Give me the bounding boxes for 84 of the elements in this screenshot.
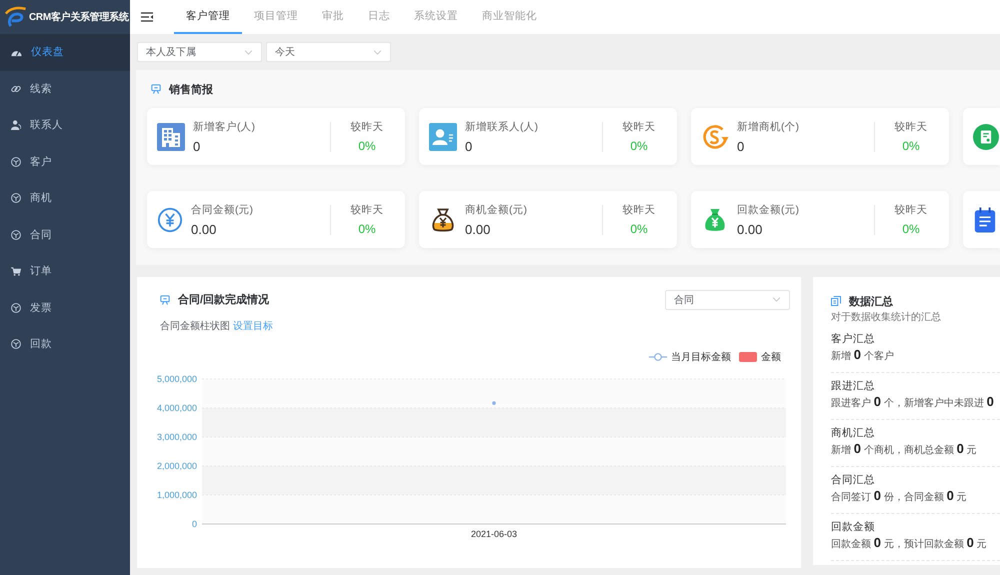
chevron-down-icon	[373, 50, 382, 54]
change-value: 0%	[902, 222, 920, 236]
menu-icon[interactable]	[141, 12, 153, 22]
compare-label: 较昨天	[894, 203, 928, 217]
stat-label: 新增商机(个)	[737, 120, 799, 134]
cube-icon	[11, 193, 21, 204]
y-axis-label: 2,000,000	[156, 461, 197, 471]
sidebar-item[interactable]: 联系人	[0, 107, 130, 144]
cube-icon	[11, 302, 21, 313]
stat-value: 0	[465, 138, 472, 154]
filter-dropdown[interactable]: 今天	[266, 42, 391, 62]
stat-value: 0.00	[191, 222, 216, 236]
sidebar-item[interactable]: 商机	[0, 180, 130, 216]
change-value: 0%	[630, 222, 648, 236]
x-axis-label: 2021-06-03	[470, 529, 518, 539]
section-title: 销售简报	[169, 82, 213, 96]
stat-value: 0	[193, 138, 200, 154]
summary-heading: 跟进汇总	[831, 379, 875, 393]
stat-value: 0.00	[737, 222, 762, 236]
summary-text: 回款金额 0 元，预计回款金额 0 元	[831, 537, 987, 552]
presentation-icon	[160, 294, 170, 304]
summary-text: 新增 0 个商机，商机总金额 0 元	[831, 443, 977, 458]
sidebar-item[interactable]: 回款	[0, 326, 130, 362]
y-axis-label: 3,000,000	[156, 432, 197, 442]
legend-label: 金额	[761, 350, 781, 364]
chart-title: 合同/回款完成情况	[178, 292, 270, 307]
coin-cycle-icon	[701, 122, 729, 150]
sidebar-item[interactable]: 仪表盘	[0, 34, 130, 70]
change-value: 0%	[358, 139, 376, 153]
chevron-down-icon	[244, 50, 253, 54]
stat-label: 新增客户(人)	[193, 120, 255, 134]
sidebar-item[interactable]: 订单	[0, 253, 130, 290]
chart-type-dropdown[interactable]: 合同	[665, 290, 790, 310]
summary-text: 跟进客户 0 个，新增客户中未跟进 0	[831, 396, 994, 411]
stat-label: 回款金额(元)	[737, 202, 799, 216]
summary-heading: 合同汇总	[831, 473, 875, 487]
cube-icon	[11, 156, 21, 167]
yuan-icon	[157, 206, 183, 232]
stat-value: 0	[737, 138, 744, 154]
summary-heading: 回款金额	[831, 520, 875, 534]
chevron-down-icon	[772, 297, 781, 302]
panel-title: 数据汇总	[849, 294, 893, 308]
compare-label: 较昨天	[894, 120, 928, 134]
stat-label: 商机金额(元)	[465, 202, 527, 216]
nav-tab[interactable]: 客户管理	[174, 0, 242, 34]
link-icon	[11, 84, 21, 94]
stat-label: 新增联系人(人)	[465, 120, 538, 134]
compare-label: 较昨天	[622, 120, 656, 134]
logo-icon	[4, 6, 27, 28]
y-axis-label: 0	[192, 519, 197, 529]
sidebar-item[interactable]: 发票	[0, 290, 130, 326]
y-axis-label: 5,000,000	[156, 374, 197, 384]
summary-heading: 客户汇总	[831, 332, 875, 346]
summary-text: 新增 0 个客户	[831, 349, 894, 364]
legend-label: 当月目标金额	[671, 350, 731, 364]
compare-label: 较昨天	[350, 120, 384, 134]
cube-icon	[11, 230, 21, 240]
change-value: 0%	[902, 139, 920, 153]
filter-dropdown[interactable]: 本人及下属	[137, 42, 262, 62]
y-axis-label: 1,000,000	[156, 490, 197, 500]
change-value: 0%	[630, 139, 648, 153]
notepad-icon	[973, 206, 997, 234]
data-point	[492, 401, 496, 405]
sidebar-item[interactable]: 合同	[0, 216, 130, 253]
people-icon	[11, 120, 21, 130]
sidebar-item[interactable]: 线索	[0, 70, 130, 107]
cube-icon	[11, 339, 21, 350]
stat-value: 0.00	[465, 222, 490, 236]
app-title: CRM客户关系管理系统	[29, 10, 128, 24]
compare-label: 较昨天	[350, 203, 384, 217]
panel-subtitle: 对于数据收集统计的汇总	[831, 312, 941, 324]
building-icon	[157, 122, 185, 150]
summary-heading: 商机汇总	[831, 426, 875, 440]
compare-label: 较昨天	[622, 203, 656, 217]
user-card-icon	[429, 122, 457, 150]
stat-label: 合同金额(元)	[191, 202, 253, 216]
cart-icon	[11, 266, 21, 276]
y-axis-label: 4,000,000	[156, 403, 197, 413]
presentation-icon	[151, 84, 161, 94]
summary-text: 合同签订 0 份，合同金额 0 元	[831, 490, 967, 505]
copy-icon	[831, 296, 841, 306]
sidebar-item[interactable]: 客户	[0, 144, 130, 180]
change-value: 0%	[358, 222, 376, 236]
chart-subtitle: 合同金额柱状图	[160, 320, 230, 333]
